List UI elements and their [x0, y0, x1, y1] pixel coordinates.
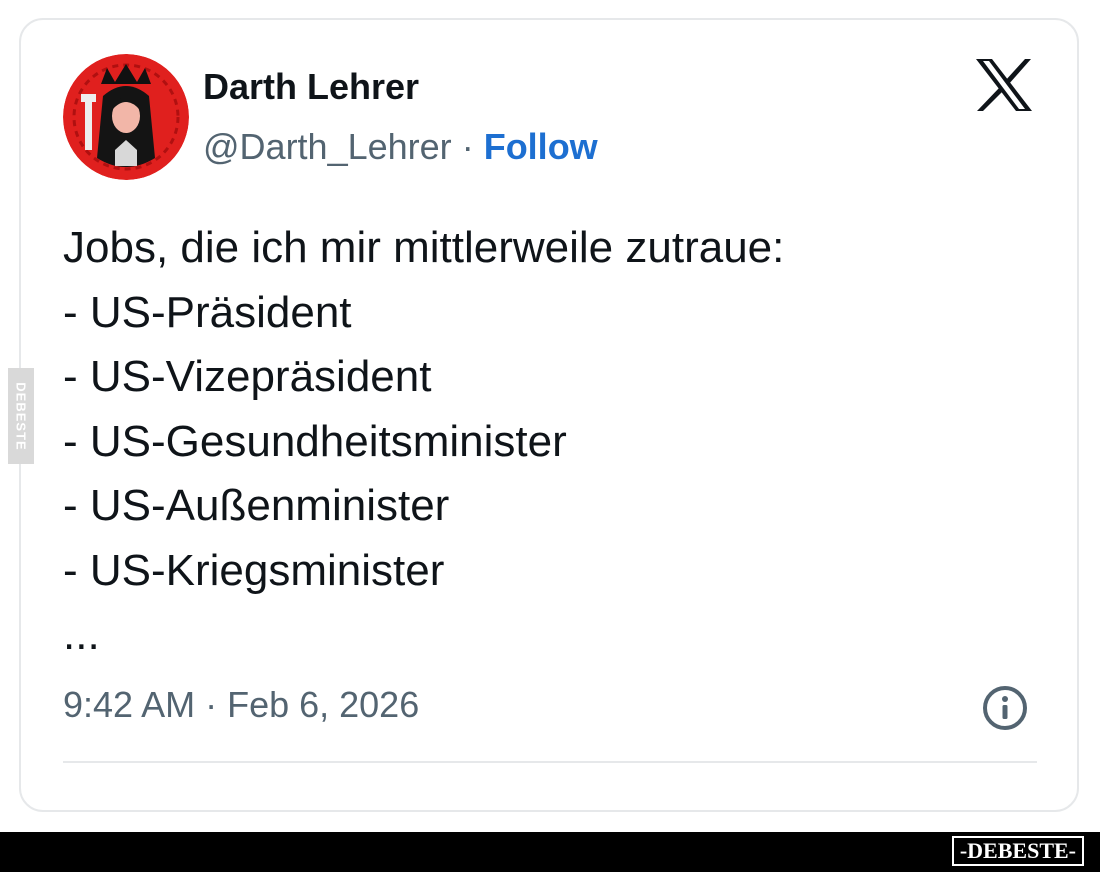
tweet-line: - US-Außenminister	[63, 481, 450, 530]
avatar-image	[63, 54, 189, 180]
user-handle[interactable]: @Darth_Lehrer	[203, 126, 452, 167]
footer-logo: -DEBESTE-	[951, 836, 1084, 866]
tweet-timestamp[interactable]: 9:42 AM · Feb 6, 2026	[63, 684, 419, 726]
tweet-line: Jobs, die ich mir mittlerweile zutraue:	[63, 223, 785, 272]
tweet-line: ...	[63, 610, 100, 659]
side-watermark: DEBESTE	[8, 368, 34, 464]
tweet-line: - US-Gesundheitsminister	[63, 416, 567, 466]
x-logo-icon[interactable]	[975, 58, 1033, 112]
tweet-text: Jobs, die ich mir mittlerweile zutraue: …	[63, 216, 784, 668]
avatar[interactable]	[63, 54, 189, 180]
tweet-line: - US-Präsident	[63, 287, 352, 337]
display-name[interactable]: Darth Lehrer	[203, 66, 419, 108]
tweet-line: - US-Kriegsminister	[63, 545, 445, 595]
handle-separator: ·	[461, 126, 474, 167]
divider	[63, 761, 1037, 763]
handle-row: @Darth_Lehrer · Follow	[203, 126, 598, 168]
follow-button[interactable]: Follow	[484, 126, 598, 167]
info-icon[interactable]	[981, 684, 1029, 732]
tweet-line: - US-Vizepräsident	[63, 352, 432, 401]
tweet-card: Darth Lehrer @Darth_Lehrer · Follow Jobs…	[19, 18, 1079, 812]
footer-bar: -DEBESTE-	[0, 832, 1100, 872]
side-watermark-text: DEBESTE	[13, 381, 29, 451]
